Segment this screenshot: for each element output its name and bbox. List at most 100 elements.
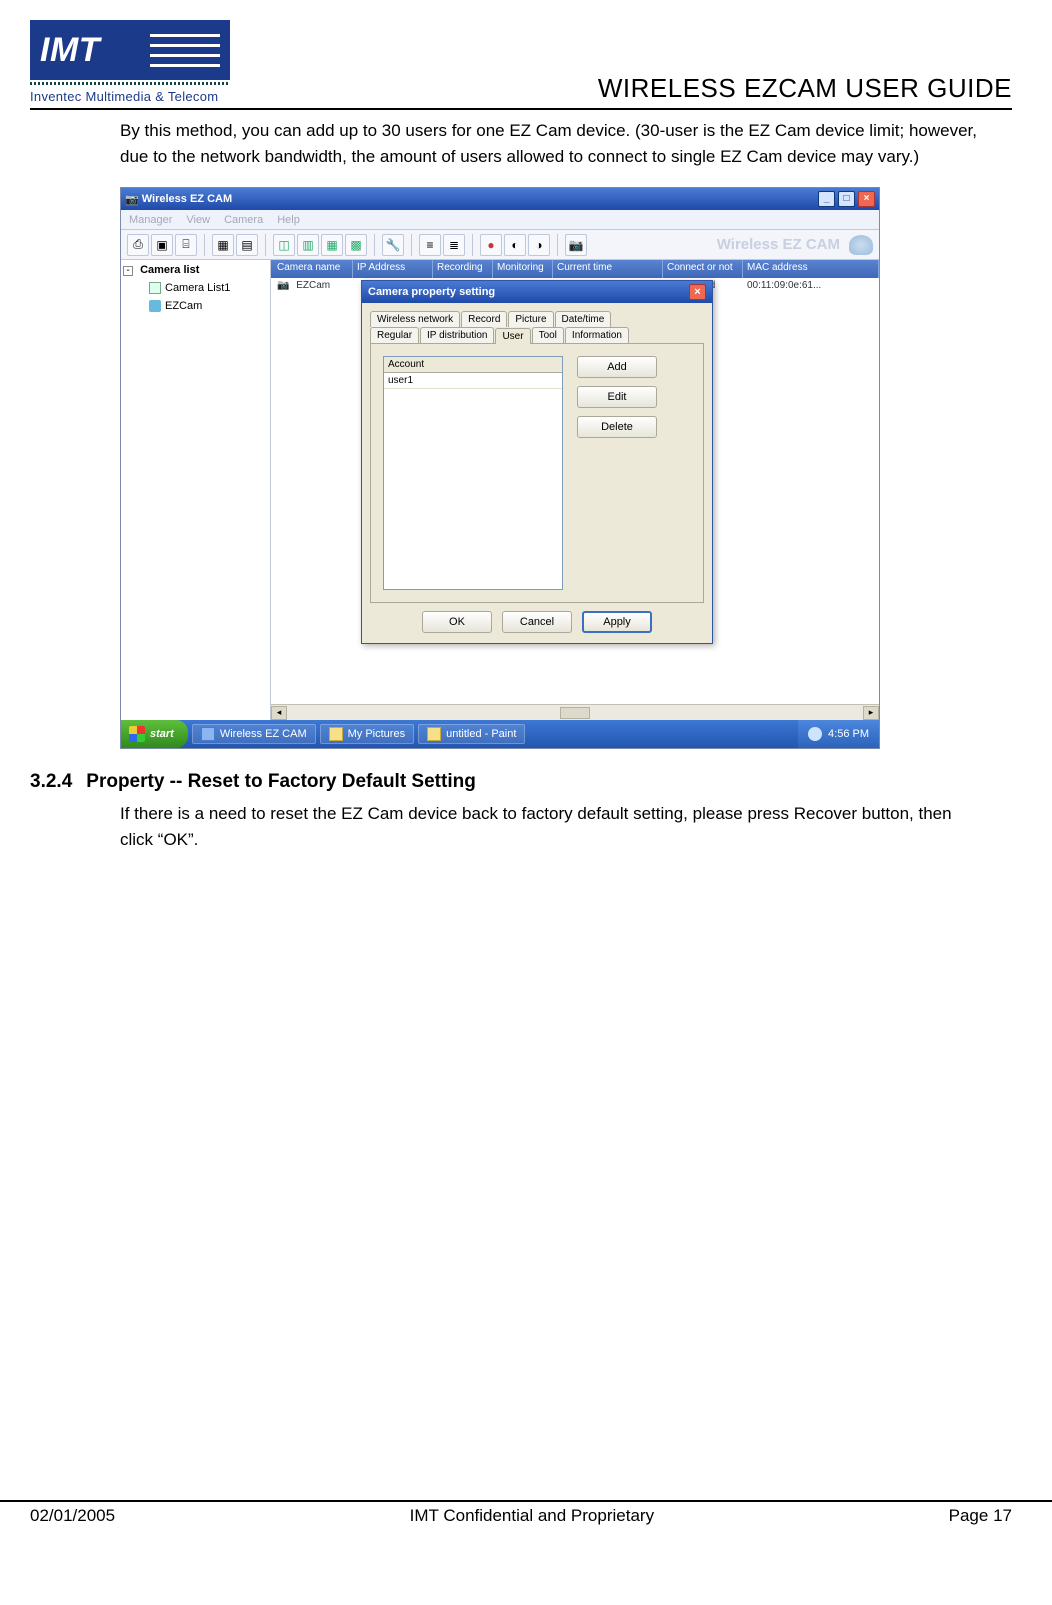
menu-manager[interactable]: Manager xyxy=(129,214,172,226)
windows-flag-icon xyxy=(129,726,145,742)
tree-label-1: Camera List1 xyxy=(165,282,230,294)
tab-ip[interactable]: IP distribution xyxy=(420,327,494,343)
app-screenshot: 📷 Wireless EZ CAM _ □ × Manager View Cam… xyxy=(120,187,880,749)
tb-btn-3[interactable]: ⌸ xyxy=(175,234,197,256)
tab-picture[interactable]: Picture xyxy=(508,311,553,327)
dialog-close-button[interactable]: × xyxy=(689,284,706,300)
tree-root[interactable]: - Camera list xyxy=(123,264,268,276)
menu-camera[interactable]: Camera xyxy=(224,214,263,226)
scroll-right-icon[interactable]: ▸ xyxy=(863,706,879,720)
tb-tool-btn[interactable]: 🔧 xyxy=(382,234,404,256)
tab-user[interactable]: User xyxy=(495,328,530,344)
task-ezcam[interactable]: Wireless EZ CAM xyxy=(192,724,316,744)
tab-datetime[interactable]: Date/time xyxy=(555,311,612,327)
cell-cam: 📷 EZCam xyxy=(273,278,353,293)
guide-title: WIRELESS EZCAM USER GUIDE xyxy=(598,73,1012,104)
collapse-icon[interactable]: - xyxy=(123,266,133,276)
maximize-button[interactable]: □ xyxy=(838,191,855,207)
logo-subtitle: Inventec Multimedia & Telecom xyxy=(30,89,218,104)
tree-item-ezcam[interactable]: EZCam xyxy=(149,300,268,312)
tb-btn-b[interactable]: ≣ xyxy=(443,234,465,256)
tab-regular[interactable]: Regular xyxy=(370,327,419,343)
camera-property-dialog: Camera property setting × Wireless netwo… xyxy=(361,280,713,644)
tab-tool[interactable]: Tool xyxy=(532,327,564,343)
account-listbox[interactable]: Account user1 xyxy=(383,356,563,590)
ok-button[interactable]: OK xyxy=(422,611,492,633)
tb-view-2[interactable]: ▥ xyxy=(297,234,319,256)
col-time[interactable]: Current time xyxy=(553,260,663,278)
col-mac[interactable]: MAC address xyxy=(743,260,879,278)
delete-button[interactable]: Delete xyxy=(577,416,657,438)
tb-btn-2[interactable]: ▣ xyxy=(151,234,173,256)
task-icon xyxy=(201,727,215,741)
tb-btn-c[interactable]: ◐ xyxy=(504,234,526,256)
edit-button[interactable]: Edit xyxy=(577,386,657,408)
section-title: Property -- Reset to Factory Default Set… xyxy=(86,771,476,793)
app-title: Wireless EZ CAM xyxy=(142,193,232,205)
logo-dots-icon xyxy=(30,82,230,85)
account-item[interactable]: user1 xyxy=(384,373,562,389)
tb-view-3[interactable]: ▦ xyxy=(321,234,343,256)
footer-date: 02/01/2005 xyxy=(30,1506,115,1526)
sidebar: - Camera list Camera List1 EZCam xyxy=(121,260,271,720)
tray-icon xyxy=(808,727,822,741)
camera-icon: 📷 xyxy=(125,193,139,206)
col-ip[interactable]: IP Address xyxy=(353,260,433,278)
body-paragraph-2: If there is a need to reset the EZ Cam d… xyxy=(120,801,982,852)
col-camera-name[interactable]: Camera name xyxy=(273,260,353,278)
tb-btn-4[interactable]: ▦ xyxy=(212,234,234,256)
logo-text: IMT xyxy=(40,31,100,70)
footer-confidential: IMT Confidential and Proprietary xyxy=(410,1506,654,1526)
menu-view[interactable]: View xyxy=(186,214,210,226)
tree-item-list1[interactable]: Camera List1 xyxy=(149,282,268,294)
tb-view-1[interactable]: ◫ xyxy=(273,234,295,256)
add-button[interactable]: Add xyxy=(577,356,657,378)
logo-block: IMT Inventec Multimedia & Telecom xyxy=(30,20,230,104)
task-mypictures[interactable]: My Pictures xyxy=(320,724,414,744)
task-paint[interactable]: untitled - Paint xyxy=(418,724,525,744)
tab-record[interactable]: Record xyxy=(461,311,507,327)
list-header: Camera name IP Address Recording Monitor… xyxy=(271,260,879,278)
apply-button[interactable]: Apply xyxy=(582,611,652,633)
tabs-row-bottom: Regular IP distribution User Tool Inform… xyxy=(370,327,704,343)
footer-page: Page 17 xyxy=(949,1506,1012,1526)
menubar: Manager View Camera Help xyxy=(121,210,879,230)
tb-rec-btn[interactable]: ● xyxy=(480,234,502,256)
tb-btn-5[interactable]: ▤ xyxy=(236,234,258,256)
section-heading: 3.2.4 Property -- Reset to Factory Defau… xyxy=(30,771,1012,793)
minimize-button[interactable]: _ xyxy=(818,191,835,207)
tb-btn-d[interactable]: ◑ xyxy=(528,234,550,256)
tb-snap-btn[interactable]: 📷 xyxy=(565,234,587,256)
body-paragraph-1: By this method, you can add up to 30 use… xyxy=(120,118,982,169)
close-button[interactable]: × xyxy=(858,191,875,207)
brand-text: Wireless EZ CAM xyxy=(717,236,840,253)
scroll-thumb[interactable] xyxy=(560,707,590,719)
taskbar: start Wireless EZ CAM My Pictures untitl… xyxy=(121,720,879,748)
tab-info[interactable]: Information xyxy=(565,327,629,343)
dialog-titlebar: Camera property setting × xyxy=(362,281,712,303)
cell-mac: 00:11:09:0e:61... xyxy=(743,278,879,293)
start-button[interactable]: start xyxy=(121,720,188,748)
system-tray[interactable]: 4:56 PM xyxy=(798,720,879,748)
task-label-3: untitled - Paint xyxy=(446,728,516,740)
folder-icon xyxy=(149,282,161,294)
section-number: 3.2.4 xyxy=(30,771,72,793)
col-recording[interactable]: Recording xyxy=(433,260,493,278)
tb-btn-1[interactable]: ⎙ xyxy=(127,234,149,256)
tb-btn-a[interactable]: ≡ xyxy=(419,234,441,256)
tab-wireless[interactable]: Wireless network xyxy=(370,311,460,327)
col-monitoring[interactable]: Monitoring xyxy=(493,260,553,278)
toolbar: ⎙ ▣ ⌸ ▦ ▤ ◫ ▥ ▦ ▩ 🔧 ≡ ≣ xyxy=(121,230,879,260)
tree-root-label: Camera list xyxy=(140,264,199,276)
scroll-left-icon[interactable]: ◂ xyxy=(271,706,287,720)
tray-time: 4:56 PM xyxy=(828,728,869,740)
task-label-1: Wireless EZ CAM xyxy=(220,728,307,740)
main-panel: Camera name IP Address Recording Monitor… xyxy=(271,260,879,720)
h-scrollbar[interactable]: ◂ ▸ xyxy=(271,704,879,720)
webcam-icon xyxy=(849,235,873,255)
menu-help[interactable]: Help xyxy=(277,214,300,226)
camera-node-icon xyxy=(149,300,161,312)
cancel-button[interactable]: Cancel xyxy=(502,611,572,633)
col-connect[interactable]: Connect or not xyxy=(663,260,743,278)
tb-view-4[interactable]: ▩ xyxy=(345,234,367,256)
